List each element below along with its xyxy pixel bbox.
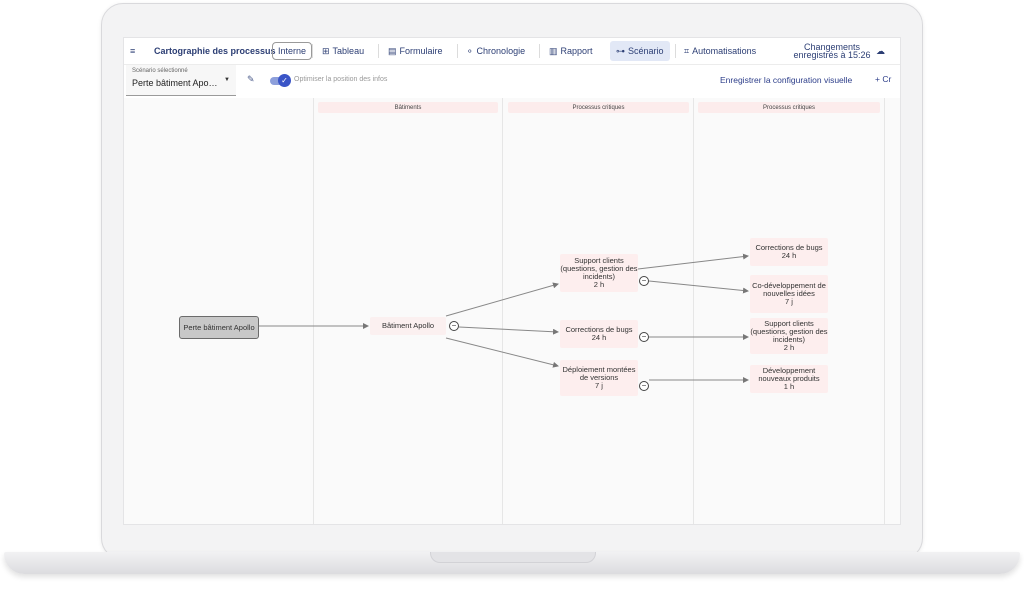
tab-label: Automatisations <box>692 46 757 56</box>
collapse-icon[interactable]: − <box>639 381 649 391</box>
create-button[interactable]: + Cr <box>875 74 891 84</box>
tab-label: Chronologie <box>476 46 526 56</box>
node-label: Déploiement montées de versions <box>562 365 636 382</box>
process-node-codev[interactable]: Co-développement de nouvelles idées 7 j <box>750 275 828 313</box>
tab-scenario[interactable]: ⊶ Scénario <box>610 41 670 61</box>
report-icon: ▥ <box>549 45 558 56</box>
check-icon[interactable]: ✓ <box>278 74 291 87</box>
create-label: Cr <box>882 74 892 84</box>
node-label: Développement nouveaux produits <box>758 366 820 383</box>
timeline-icon: ⚬ <box>466 45 474 56</box>
scenario-select[interactable]: Scénario sélectionné Perte bâtiment Apo…… <box>126 65 236 96</box>
divider <box>539 44 540 58</box>
table-icon: ⊞ <box>322 45 330 56</box>
process-node-support[interactable]: Support clients (questions, gestion des … <box>560 254 638 292</box>
process-node-support-2[interactable]: Support clients (questions, gestion des … <box>750 318 828 354</box>
scenario-select-label: Scénario sélectionné <box>132 68 188 74</box>
edge <box>458 326 559 335</box>
building-node[interactable]: Bâtiment Apollo <box>370 317 446 335</box>
node-label: Support clients (questions, gestion des … <box>750 319 828 344</box>
node-label: Perte bâtiment Apollo <box>183 322 255 332</box>
node-duration: 1 h <box>783 382 795 391</box>
edge <box>445 337 559 368</box>
tab-label: Tableau <box>332 46 365 56</box>
edge <box>637 253 749 270</box>
form-icon: ▤ <box>388 45 397 56</box>
scenario-icon: ⊶ <box>616 45 625 56</box>
app-title: Cartographie des processus <box>154 46 276 56</box>
tab-label: Scénario <box>628 46 664 56</box>
cloud-icon[interactable]: ☁ <box>876 38 885 64</box>
visibility-badge[interactable]: Interne <box>272 42 313 60</box>
laptop-notch <box>430 552 596 563</box>
tab-rapport[interactable]: ▥ Rapport <box>549 38 593 64</box>
divider <box>378 44 379 58</box>
save-status: Changements enregistrés à 15:26 <box>793 42 871 60</box>
node-label: Bâtiment Apollo <box>381 321 435 330</box>
tab-tableau[interactable]: ⊞ Tableau <box>322 38 364 64</box>
divider <box>675 44 676 58</box>
automation-icon: ⌗ <box>684 45 690 56</box>
edit-icon[interactable]: ✎ <box>247 74 255 85</box>
top-navigation: ≡ Cartographie des processus Interne ⊞ T… <box>124 38 900 65</box>
node-duration: 24 h <box>591 333 607 342</box>
save-config-button[interactable]: Enregistrer la configuration visuelle <box>720 75 852 85</box>
collapse-icon[interactable]: − <box>639 332 649 342</box>
node-label: Support clients (questions, gestion des … <box>560 256 638 281</box>
node-duration: 7 j <box>785 297 793 306</box>
scenario-select-value: Perte bâtiment Apo… <box>132 78 218 88</box>
process-node-new-products[interactable]: Développement nouveaux produits 1 h <box>750 365 828 393</box>
collapse-icon[interactable]: − <box>639 276 649 286</box>
node-duration: 2 h <box>783 343 795 352</box>
tab-label: Rapport <box>560 46 593 56</box>
scenario-start-node[interactable]: Perte bâtiment Apollo <box>179 316 259 339</box>
edge <box>648 280 749 294</box>
collapse-icon[interactable]: − <box>449 321 459 331</box>
scenario-canvas[interactable]: Bâtiments Processus critiques Processus … <box>124 98 900 524</box>
tab-formulaire[interactable]: ▤ Formulaire <box>388 38 443 64</box>
app-screen: ≡ Cartographie des processus Interne ⊞ T… <box>123 37 901 525</box>
chevron-down-icon: ▼ <box>224 77 230 83</box>
divider <box>457 44 458 58</box>
process-node-bugfix[interactable]: Corrections de bugs 24 h <box>560 320 638 348</box>
tab-chronologie[interactable]: ⚬ Chronologie <box>466 38 525 64</box>
tab-automatisations[interactable]: ⌗ Automatisations <box>684 38 756 64</box>
divider <box>312 44 313 58</box>
process-node-deployment[interactable]: Déploiement montées de versions 7 j <box>560 360 638 396</box>
node-duration: 2 h <box>593 280 605 289</box>
scenario-toolbar: Scénario sélectionné Perte bâtiment Apo…… <box>124 65 900 97</box>
node-duration: 7 j <box>595 381 603 390</box>
optimize-toggle-label: Optimiser la position des infos <box>294 76 388 83</box>
node-duration: 24 h <box>781 251 797 260</box>
edge <box>445 282 559 317</box>
collapse-menu-icon[interactable]: ≡ <box>130 38 135 64</box>
tab-label: Formulaire <box>399 46 443 56</box>
process-node-bugfix-2[interactable]: Corrections de bugs 24 h <box>750 238 828 266</box>
node-label: Co-développement de nouvelles idées <box>752 281 826 298</box>
